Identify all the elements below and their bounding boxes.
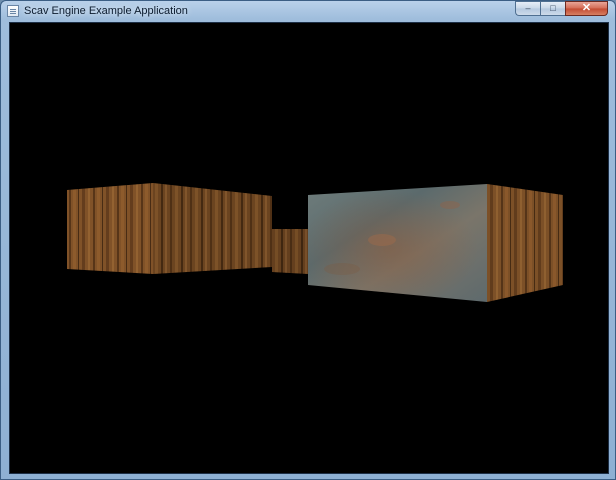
application-window: Scav Engine Example Application – □ ✕ <box>0 0 616 480</box>
minimize-icon: – <box>525 3 531 13</box>
wood-connector <box>272 229 308 274</box>
minimize-button[interactable]: – <box>515 1 540 16</box>
wood-box-left <box>67 183 272 274</box>
app-icon[interactable] <box>7 5 19 17</box>
render-viewport[interactable] <box>9 22 609 474</box>
close-button[interactable]: ✕ <box>565 1 608 16</box>
title-bar[interactable]: Scav Engine Example Application – □ ✕ <box>1 1 615 22</box>
scene-canvas <box>67 183 563 302</box>
window-title: Scav Engine Example Application <box>24 5 188 17</box>
maximize-icon: □ <box>550 3 556 13</box>
maximize-button[interactable]: □ <box>540 1 565 16</box>
caption-buttons: – □ ✕ <box>515 1 608 16</box>
close-icon: ✕ <box>581 2 592 14</box>
metal-box-right <box>308 184 563 302</box>
